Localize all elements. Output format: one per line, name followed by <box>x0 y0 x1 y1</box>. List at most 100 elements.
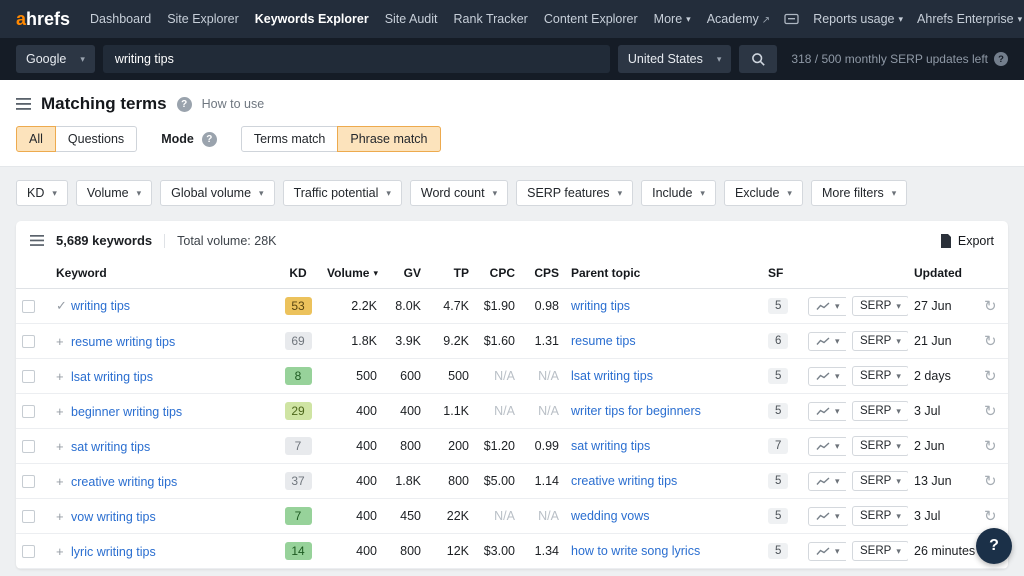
nav-item-rank-tracker[interactable]: Rank Tracker <box>454 12 528 26</box>
row-checkbox[interactable] <box>22 405 35 419</box>
trend-chart-button[interactable]: ▾ <box>808 471 846 491</box>
filter-more-filters[interactable]: More filters ▾ <box>810 180 908 206</box>
help-icon[interactable]: ? <box>176 96 192 112</box>
nav-item-site-explorer[interactable]: Site Explorer <box>167 12 239 26</box>
filter-include[interactable]: Include ▾ <box>641 180 716 206</box>
filter-word-count[interactable]: Word count ▾ <box>409 180 509 206</box>
filter-volume[interactable]: Volume ▾ <box>75 180 153 206</box>
trend-chart-button[interactable]: ▾ <box>808 366 846 386</box>
export-button[interactable]: Export <box>940 233 994 248</box>
help-bubble-button[interactable]: ? <box>976 528 1012 564</box>
serp-features-badge[interactable]: 5 <box>768 508 789 524</box>
trend-chart-button[interactable]: ▾ <box>808 541 846 561</box>
chat-icon[interactable] <box>784 13 799 26</box>
serp-button[interactable]: SERP ▾ <box>852 296 908 316</box>
parent-topic-link[interactable]: sat writing tips <box>571 439 650 453</box>
refresh-icon[interactable]: ↻ <box>984 368 997 385</box>
parent-topic-link[interactable]: writer tips for beginners <box>571 404 701 418</box>
keyword-link[interactable]: lsat writing tips <box>71 370 153 384</box>
search-engine-select[interactable]: Google ▾ <box>16 45 95 73</box>
refresh-icon[interactable]: ↻ <box>984 403 997 420</box>
refresh-icon[interactable]: ↻ <box>984 438 997 455</box>
add-to-list-icon[interactable]: + <box>56 509 71 524</box>
serp-features-badge[interactable]: 5 <box>768 403 789 419</box>
nav-item-academy[interactable]: Academy ↗ <box>707 12 771 26</box>
column-cps[interactable]: CPS <box>521 258 565 289</box>
serp-features-badge[interactable]: 6 <box>768 333 789 349</box>
row-checkbox[interactable] <box>22 545 35 559</box>
tab-terms-match[interactable]: Terms match <box>240 126 339 152</box>
keyword-search-input[interactable] <box>102 45 610 73</box>
trend-chart-button[interactable]: ▾ <box>808 436 846 456</box>
add-to-list-icon[interactable]: + <box>56 439 71 454</box>
nav-item-reports-usage[interactable]: Reports usage ▾ <box>813 12 903 26</box>
row-checkbox[interactable] <box>22 475 35 489</box>
column-keyword[interactable]: Keyword <box>50 258 275 289</box>
keyword-link[interactable]: resume writing tips <box>71 335 175 349</box>
refresh-icon[interactable]: ↻ <box>984 508 997 525</box>
table-menu-icon[interactable] <box>30 235 44 246</box>
tab-questions[interactable]: Questions <box>54 126 138 152</box>
ahrefs-logo[interactable]: ahrefs <box>16 9 70 30</box>
column-sf[interactable]: SF <box>762 258 802 289</box>
serp-button[interactable]: SERP ▾ <box>852 436 908 456</box>
nav-item-more[interactable]: More ▾ <box>654 12 691 26</box>
parent-topic-link[interactable]: how to write song lyrics <box>571 544 700 558</box>
serp-features-badge[interactable]: 5 <box>768 298 789 314</box>
add-to-list-icon[interactable]: ✓ <box>56 298 71 314</box>
trend-chart-button[interactable]: ▾ <box>808 401 846 421</box>
trend-chart-button[interactable]: ▾ <box>808 296 846 316</box>
info-icon[interactable]: ? <box>994 52 1008 66</box>
parent-topic-link[interactable]: writing tips <box>571 299 630 313</box>
row-checkbox[interactable] <box>22 510 35 524</box>
serp-button[interactable]: SERP ▾ <box>852 506 908 526</box>
parent-topic-link[interactable]: creative writing tips <box>571 474 677 488</box>
serp-button[interactable]: SERP ▾ <box>852 366 908 386</box>
nav-item-dashboard[interactable]: Dashboard <box>90 12 151 26</box>
serp-button[interactable]: SERP ▾ <box>852 401 908 421</box>
column-tp[interactable]: TP <box>427 258 475 289</box>
keyword-link[interactable]: writing tips <box>71 299 130 313</box>
filter-global-volume[interactable]: Global volume ▾ <box>160 180 275 206</box>
keyword-link[interactable]: lyric writing tips <box>71 545 156 559</box>
serp-button[interactable]: SERP ▾ <box>852 541 908 561</box>
keyword-link[interactable]: creative writing tips <box>71 475 177 489</box>
refresh-icon[interactable]: ↻ <box>984 333 997 350</box>
column-cpc[interactable]: CPC <box>475 258 521 289</box>
search-button[interactable] <box>739 45 778 73</box>
parent-topic-link[interactable]: resume tips <box>571 334 636 348</box>
mode-help-icon[interactable]: ? <box>201 131 217 147</box>
serp-button[interactable]: SERP ▾ <box>852 471 908 491</box>
filter-kd[interactable]: KD ▾ <box>16 180 68 206</box>
nav-item-ahrefs-enterprise[interactable]: Ahrefs Enterprise ▾ <box>917 12 1022 26</box>
row-checkbox[interactable] <box>22 335 35 349</box>
parent-topic-link[interactable]: lsat writing tips <box>571 369 653 383</box>
filter-exclude[interactable]: Exclude ▾ <box>723 180 803 206</box>
keyword-link[interactable]: beginner writing tips <box>71 405 182 419</box>
add-to-list-icon[interactable]: + <box>56 334 71 349</box>
nav-item-content-explorer[interactable]: Content Explorer <box>544 12 638 26</box>
column-updated[interactable]: Updated <box>908 258 978 289</box>
country-select[interactable]: United States ▾ <box>617 45 732 73</box>
row-checkbox[interactable] <box>22 440 35 454</box>
serp-features-badge[interactable]: 5 <box>768 473 789 489</box>
column-parent-topic[interactable]: Parent topic <box>565 258 762 289</box>
serp-features-badge[interactable]: 5 <box>768 368 789 384</box>
menu-icon[interactable] <box>16 98 31 110</box>
tab-phrase-match[interactable]: Phrase match <box>337 126 441 152</box>
tab-all[interactable]: All <box>16 126 56 152</box>
nav-item-keywords-explorer[interactable]: Keywords Explorer <box>255 12 369 26</box>
parent-topic-link[interactable]: wedding vows <box>571 509 650 523</box>
serp-button[interactable]: SERP ▾ <box>852 331 908 351</box>
filter-serp-features[interactable]: SERP features ▾ <box>516 180 634 206</box>
column-kd[interactable]: KD <box>275 258 321 289</box>
column-volume[interactable]: Volume ▾ <box>321 258 383 289</box>
add-to-list-icon[interactable]: + <box>56 369 71 384</box>
column-gv[interactable]: GV <box>383 258 427 289</box>
add-to-list-icon[interactable]: + <box>56 474 71 489</box>
serp-features-badge[interactable]: 5 <box>768 543 789 559</box>
keyword-link[interactable]: vow writing tips <box>71 510 156 524</box>
nav-item-site-audit[interactable]: Site Audit <box>385 12 438 26</box>
row-checkbox[interactable] <box>22 370 35 384</box>
refresh-icon[interactable]: ↻ <box>984 298 997 315</box>
